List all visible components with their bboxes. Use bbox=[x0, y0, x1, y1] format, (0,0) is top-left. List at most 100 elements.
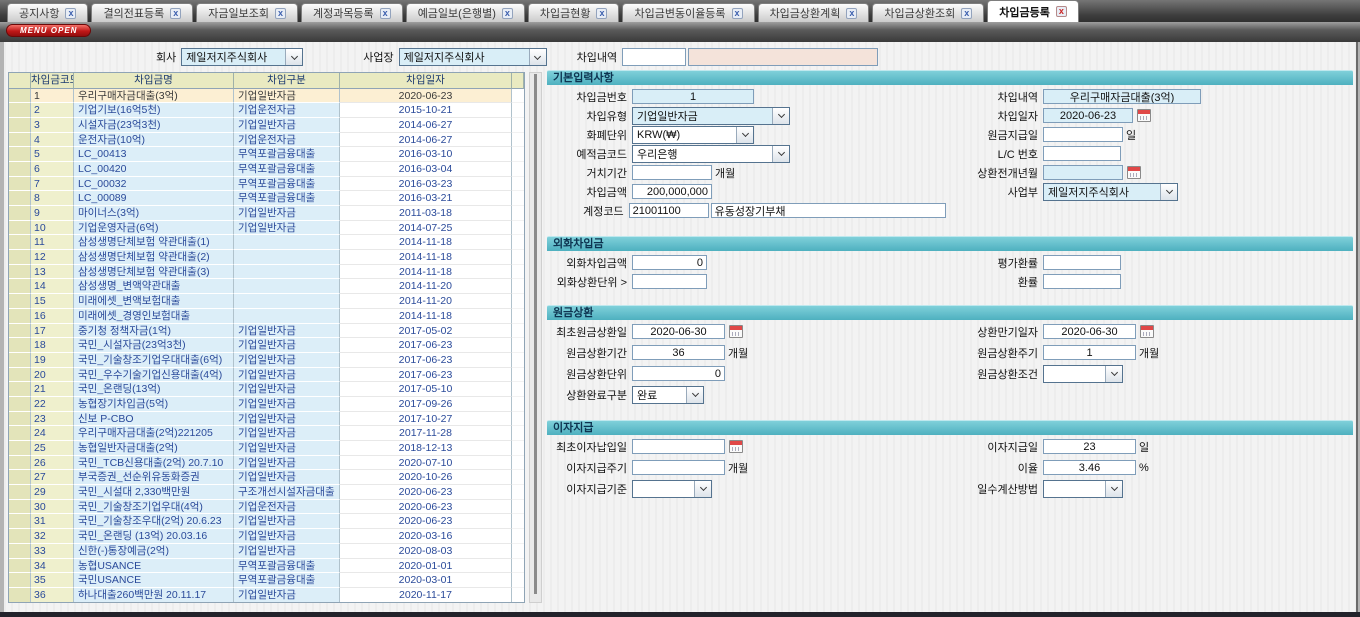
tab-close-icon[interactable]: x bbox=[65, 8, 76, 19]
cell-name[interactable]: 신한(-)통장예금(2억) bbox=[74, 544, 234, 559]
cell-name[interactable]: 농협USANCE bbox=[74, 559, 234, 574]
tab-close-icon[interactable]: x bbox=[596, 8, 607, 19]
cell-date[interactable]: 2014-11-18 bbox=[340, 309, 512, 324]
table-row[interactable]: 12삼성생명단체보험 약관대출(2)2014-11-18 bbox=[9, 250, 524, 265]
cell-date[interactable]: 2020-06-23 bbox=[340, 500, 512, 515]
cell-code[interactable]: 11 bbox=[31, 235, 74, 250]
repay-cycle-field[interactable] bbox=[1043, 345, 1136, 360]
repay-condition-select[interactable] bbox=[1043, 365, 1123, 383]
cell-name[interactable]: LC_00420 bbox=[74, 162, 234, 177]
deposit-code-select[interactable]: 우리은행 bbox=[632, 145, 790, 163]
tab-close-icon[interactable]: x bbox=[1056, 6, 1067, 17]
row-selector[interactable] bbox=[9, 221, 31, 236]
row-selector[interactable] bbox=[9, 265, 31, 280]
table-row[interactable]: 18국민_시설자금(23억3천)기업일반자금2017-06-23 bbox=[9, 338, 524, 353]
cell-code[interactable]: 3 bbox=[31, 118, 74, 133]
tab-close-icon[interactable]: x bbox=[846, 8, 857, 19]
cell-date[interactable]: 2020-06-23 bbox=[340, 485, 512, 500]
cell-type[interactable] bbox=[234, 279, 340, 294]
tab-차입금현황[interactable]: 차입금현황x bbox=[528, 3, 620, 22]
header-type[interactable]: 차입구분 bbox=[234, 73, 340, 89]
loan-date-field[interactable] bbox=[1043, 108, 1133, 123]
table-row[interactable]: 6LC_00420무역포괄금융대출2016-03-04 bbox=[9, 162, 524, 177]
cell-name[interactable]: 국민_온랜딩(13억) bbox=[74, 382, 234, 397]
cell-code[interactable]: 25 bbox=[31, 441, 74, 456]
cell-type[interactable]: 무역포괄금융대출 bbox=[234, 191, 340, 206]
tab-차입금변동이율등록[interactable]: 차입금변동이율등록x bbox=[622, 3, 754, 22]
cell-date[interactable]: 2020-01-01 bbox=[340, 559, 512, 574]
cell-type[interactable]: 기업일반자금 bbox=[234, 412, 340, 427]
company-select[interactable]: 제일저지주식회사 bbox=[181, 48, 303, 66]
row-selector[interactable] bbox=[9, 573, 31, 588]
chevron-down-icon[interactable] bbox=[1160, 184, 1177, 200]
loan-no-field[interactable] bbox=[632, 89, 754, 104]
cell-type[interactable]: 기업일반자금 bbox=[234, 529, 340, 544]
row-selector[interactable] bbox=[9, 514, 31, 529]
row-selector[interactable] bbox=[9, 250, 31, 265]
cell-type[interactable]: 기업운전자금 bbox=[234, 500, 340, 515]
header-code[interactable]: 차입금코드 bbox=[31, 73, 74, 89]
cell-code[interactable]: 8 bbox=[31, 191, 74, 206]
cell-date[interactable]: 2017-05-02 bbox=[340, 324, 512, 339]
cell-type[interactable]: 기업일반자금 bbox=[234, 368, 340, 383]
cell-type[interactable]: 기업일반자금 bbox=[234, 382, 340, 397]
cell-code[interactable]: 15 bbox=[31, 294, 74, 309]
row-selector[interactable] bbox=[9, 500, 31, 515]
row-selector[interactable] bbox=[9, 309, 31, 324]
cell-date[interactable]: 2018-12-13 bbox=[340, 441, 512, 456]
fx-amount-field[interactable] bbox=[632, 255, 707, 270]
loan-detail-input-2[interactable] bbox=[688, 48, 878, 66]
chevron-down-icon[interactable] bbox=[529, 49, 546, 65]
tab-close-icon[interactable]: x bbox=[170, 8, 181, 19]
cell-date[interactable]: 2016-03-23 bbox=[340, 177, 512, 192]
table-row[interactable]: 10기업운영자금(6억)기업일반자금2014-07-25 bbox=[9, 221, 524, 236]
cell-date[interactable]: 2014-06-27 bbox=[340, 118, 512, 133]
table-row[interactable]: 27부국증권_선순위유동화증권기업일반자금2020-10-26 bbox=[9, 470, 524, 485]
cell-name[interactable]: 국민_기술창조기업우대대출(6억) bbox=[74, 353, 234, 368]
cell-code[interactable]: 7 bbox=[31, 177, 74, 192]
account-code-field[interactable] bbox=[629, 203, 709, 218]
cell-name[interactable]: 우리구매자금대출(2억)221205 bbox=[74, 426, 234, 441]
cell-type[interactable]: 기업일반자금 bbox=[234, 118, 340, 133]
chevron-down-icon[interactable] bbox=[694, 481, 711, 497]
table-row[interactable]: 21국민_온랜딩(13억)기업일반자금2017-05-10 bbox=[9, 382, 524, 397]
cell-name[interactable]: 하나대출260백만원 20.11.17 bbox=[74, 588, 234, 603]
header-name[interactable]: 차입금명 bbox=[74, 73, 234, 89]
cell-code[interactable]: 9 bbox=[31, 206, 74, 221]
cell-type[interactable] bbox=[234, 294, 340, 309]
table-row[interactable]: 3시설자금(23억3천)기업일반자금2014-06-27 bbox=[9, 118, 524, 133]
tab-close-icon[interactable]: x bbox=[380, 8, 391, 19]
cell-date[interactable]: 2017-09-26 bbox=[340, 397, 512, 412]
row-selector[interactable] bbox=[9, 324, 31, 339]
row-selector[interactable] bbox=[9, 485, 31, 500]
cell-date[interactable]: 2017-06-23 bbox=[340, 338, 512, 353]
row-selector[interactable] bbox=[9, 118, 31, 133]
row-selector[interactable] bbox=[9, 368, 31, 383]
row-selector[interactable] bbox=[9, 426, 31, 441]
chevron-down-icon[interactable] bbox=[285, 49, 302, 65]
loan-type-select[interactable]: 기업일반자금 bbox=[632, 107, 790, 125]
cell-date[interactable]: 2017-05-10 bbox=[340, 382, 512, 397]
cell-date[interactable]: 2014-07-25 bbox=[340, 221, 512, 236]
cell-date[interactable]: 2017-06-23 bbox=[340, 368, 512, 383]
table-scrollbar[interactable] bbox=[529, 72, 542, 603]
tab-차입금등록[interactable]: 차입금등록x bbox=[987, 0, 1079, 22]
interest-payday-field[interactable] bbox=[1043, 439, 1136, 454]
table-row[interactable]: 9마이너스(3억)기업일반자금2011-03-18 bbox=[9, 206, 524, 221]
table-row[interactable]: 11삼성생명단체보험 약관대출(1)2014-11-18 bbox=[9, 235, 524, 250]
cell-date[interactable]: 2016-03-04 bbox=[340, 162, 512, 177]
table-row[interactable]: 14삼성생명_변액약관대출2014-11-20 bbox=[9, 279, 524, 294]
cell-date[interactable]: 2014-11-18 bbox=[340, 235, 512, 250]
cell-type[interactable]: 기업일반자금 bbox=[234, 514, 340, 529]
cell-code[interactable]: 19 bbox=[31, 353, 74, 368]
cell-type[interactable]: 기업운전자금 bbox=[234, 133, 340, 148]
cell-code[interactable]: 34 bbox=[31, 559, 74, 574]
tab-close-icon[interactable]: x bbox=[502, 8, 513, 19]
repay-complete-select[interactable]: 완료 bbox=[632, 386, 704, 404]
cell-date[interactable]: 2016-03-21 bbox=[340, 191, 512, 206]
table-row[interactable]: 7LC_00032무역포괄금융대출2016-03-23 bbox=[9, 177, 524, 192]
cell-date[interactable]: 2020-06-23 bbox=[340, 514, 512, 529]
row-selector[interactable] bbox=[9, 412, 31, 427]
cell-name[interactable]: 마이너스(3억) bbox=[74, 206, 234, 221]
cell-name[interactable]: 국민_기술창조기업우대(4억) bbox=[74, 500, 234, 515]
